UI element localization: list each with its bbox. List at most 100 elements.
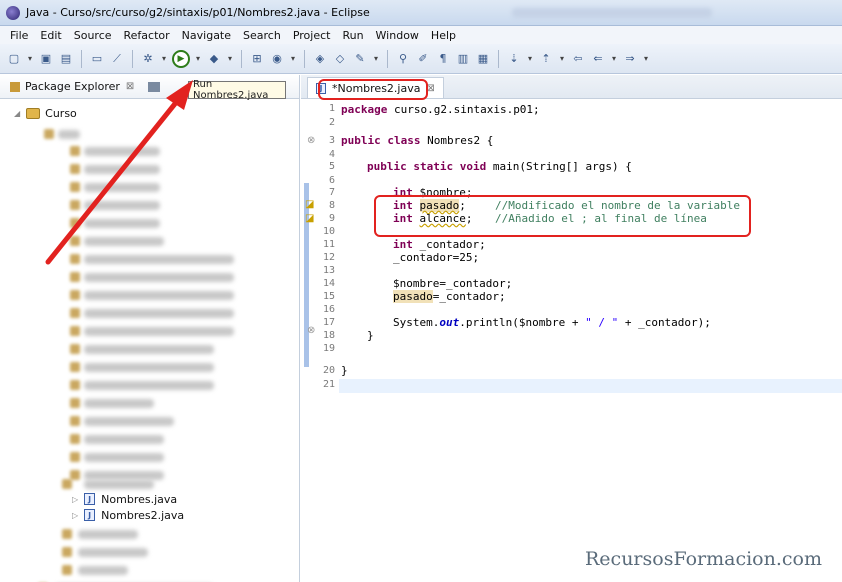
blurred-tree-item	[78, 566, 128, 575]
blurred-title-region	[512, 7, 712, 18]
chevron-right-icon[interactable]: ▷	[72, 495, 78, 504]
line-number: 5	[328, 161, 335, 172]
package-icon	[62, 479, 72, 489]
menu-navigate[interactable]: Navigate	[176, 29, 237, 42]
save-icon[interactable]: ▣	[38, 51, 54, 67]
search-icon[interactable]: ✎	[352, 51, 368, 67]
src-folder-icon	[44, 129, 54, 139]
menu-edit[interactable]: Edit	[34, 29, 67, 42]
highlight-icon[interactable]: ✐	[415, 51, 431, 67]
open-type-icon[interactable]: ◈	[312, 51, 328, 67]
back-icon[interactable]: ⇐	[590, 51, 606, 67]
menu-refactor[interactable]: Refactor	[118, 29, 176, 42]
code-line-15: pasado=_contador;	[393, 290, 506, 303]
blurred-tree-item	[84, 291, 234, 300]
code-line-14: $nombre=_contador;	[393, 277, 513, 290]
close-icon[interactable]: ⊠	[126, 81, 134, 92]
line-number: 11	[322, 239, 335, 250]
change-bar	[304, 183, 309, 199]
code-line-3: public class Nombres2 {	[341, 134, 493, 147]
chevron-down-icon[interactable]: ▾	[226, 51, 234, 67]
package-icon	[70, 398, 80, 408]
new-package-icon[interactable]: ⊞	[249, 51, 265, 67]
code-line-1: package curso.g2.sintaxis.p01;	[341, 103, 540, 116]
show-whitespace-icon[interactable]: ¶	[435, 51, 451, 67]
chevron-down-icon[interactable]: ▾	[160, 51, 168, 67]
block-select-icon[interactable]: ▥	[455, 51, 471, 67]
toggle-mark-icon[interactable]: ⚲	[395, 51, 411, 67]
blurred-tree-item	[84, 219, 160, 228]
external-tools-icon[interactable]: ◆	[206, 51, 222, 67]
chevron-down-icon[interactable]: ▾	[26, 51, 34, 67]
menu-run[interactable]: Run	[336, 29, 369, 42]
code-line-17: System.out.println($nombre + " / " + _co…	[393, 316, 711, 329]
package-icon	[70, 434, 80, 444]
tree-item-project[interactable]: ◢ Curso	[14, 105, 77, 121]
package-explorer-icon	[10, 81, 20, 92]
code-line-5: public static void main(String[] args) {	[367, 160, 632, 173]
chevron-down-icon[interactable]: ▾	[642, 51, 650, 67]
blurred-tree-item	[84, 183, 160, 192]
paragraph-icon[interactable]: ▦	[475, 51, 491, 67]
tree-item-nombres-java[interactable]: ▷ J Nombres.java	[72, 491, 177, 507]
hierarchy-tab-icon[interactable]	[148, 81, 161, 92]
java-file-icon: J	[84, 509, 96, 521]
blurred-tree-item	[84, 327, 234, 336]
package-icon	[70, 452, 80, 462]
chevron-down-icon[interactable]: ▾	[372, 51, 380, 67]
menu-source[interactable]: Source	[68, 29, 118, 42]
chevron-down-icon[interactable]: ▾	[610, 51, 618, 67]
forward-icon[interactable]: ⇒	[622, 51, 638, 67]
save-all-icon[interactable]: ▤	[58, 51, 74, 67]
package-icon	[70, 254, 80, 264]
blurred-tree-item	[84, 201, 160, 210]
prev-annotation-icon[interactable]: ⇡	[538, 51, 554, 67]
blurred-tree-item	[58, 130, 80, 139]
run-tooltip: Run Nombres2.java	[188, 79, 286, 101]
file-name: Nombres.java	[101, 492, 178, 506]
blurred-tree-item	[84, 237, 164, 246]
console-icon[interactable]: ▭	[89, 51, 105, 67]
menu-search[interactable]: Search	[237, 29, 287, 42]
package-icon	[70, 326, 80, 336]
package-explorer-tab[interactable]: Package Explorer	[25, 80, 120, 93]
skip-breakpoints-icon[interactable]: ⟋	[109, 51, 125, 67]
change-bar	[304, 199, 309, 367]
chevron-down-icon[interactable]: ▾	[558, 51, 566, 67]
blurred-tree-item	[84, 381, 214, 390]
blurred-tree-item	[84, 255, 234, 264]
line-number: 6	[328, 175, 335, 186]
line-number: 17	[322, 317, 335, 328]
chevron-right-icon[interactable]: ▷	[72, 511, 78, 520]
debug-icon[interactable]: ✲	[140, 51, 156, 67]
menu-project[interactable]: Project	[287, 29, 337, 42]
line-number: 3	[328, 135, 335, 146]
open-task-icon[interactable]: ◇	[332, 51, 348, 67]
blurred-tree-item	[78, 530, 138, 539]
next-annotation-icon[interactable]: ⇣	[506, 51, 522, 67]
menu-help[interactable]: Help	[425, 29, 462, 42]
line-number: 8	[328, 200, 335, 211]
line-number: 18	[322, 330, 335, 341]
chevron-down-icon[interactable]: ▾	[526, 51, 534, 67]
keyword: int	[393, 238, 413, 251]
chevron-down-icon[interactable]: ◢	[14, 109, 20, 118]
chevron-down-icon[interactable]: ▾	[289, 51, 297, 67]
tree-item-nombres2-java[interactable]: ▷ J Nombres2.java	[72, 507, 184, 523]
file-icon	[62, 565, 72, 575]
chevron-down-icon[interactable]: ▾	[194, 51, 202, 67]
new-icon[interactable]: ▢	[6, 51, 22, 67]
new-class-icon[interactable]: ◉	[269, 51, 285, 67]
package-icon	[70, 236, 80, 246]
line-number: 14	[322, 278, 335, 289]
variable-pasado: pasado	[393, 290, 433, 303]
package-icon	[70, 146, 80, 156]
current-line-highlight	[339, 379, 842, 393]
last-edit-icon[interactable]: ⇦	[570, 51, 586, 67]
toolbar-separator	[304, 49, 305, 68]
line-number: 1	[328, 103, 335, 114]
line-number: 16	[322, 304, 335, 315]
menu-file[interactable]: File	[4, 29, 34, 42]
menu-window[interactable]: Window	[370, 29, 425, 42]
run-button[interactable]: ▶	[172, 49, 190, 68]
